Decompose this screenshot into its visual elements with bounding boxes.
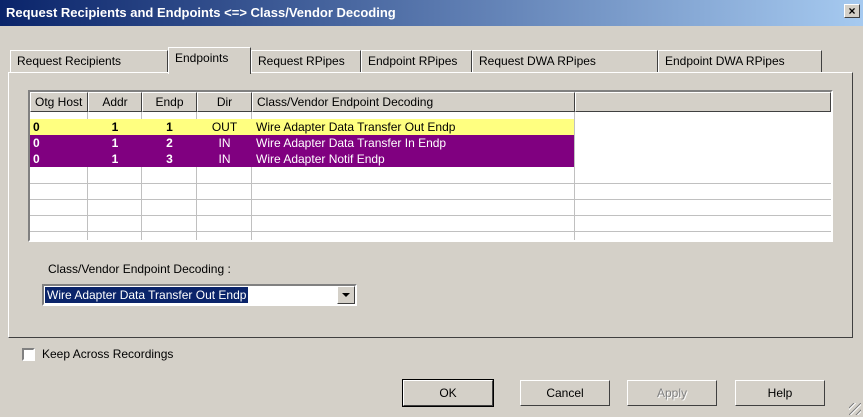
tab-request-recipients[interactable]: Request Recipients [10,50,168,72]
table-row[interactable]: 0 1 3 IN Wire Adapter Notif Endp [30,151,831,167]
tab-label: Request RPipes [258,54,345,68]
tab-label: Request DWA RPipes [479,54,596,68]
cell-otg-host: 0 [33,120,40,134]
column-header-decoding[interactable]: Class/Vendor Endpoint Decoding [252,92,575,112]
cell-endp: 2 [166,136,173,150]
cell-endp: 3 [166,152,173,166]
keep-across-checkbox[interactable] [22,348,35,361]
grid-line [30,231,831,232]
column-header-otg-host[interactable]: Otg Host [30,92,88,112]
grid-line [30,215,831,216]
cell-otg-host: 0 [33,136,40,150]
tab-label: Endpoint DWA RPipes [665,54,785,68]
table-row[interactable]: 0 1 2 IN Wire Adapter Data Transfer In E… [30,135,831,151]
cell-decoding: Wire Adapter Data Transfer Out Endp [256,120,456,134]
tab-label: Endpoint RPipes [368,54,458,68]
column-header-endp[interactable]: Endp [142,92,197,112]
dialog-window: Request Recipients and Endpoints <=> Cla… [0,0,863,417]
ok-button[interactable]: OK [402,379,494,407]
help-button[interactable]: Help [735,380,825,406]
tab-endpoint-rpipes[interactable]: Endpoint RPipes [361,50,472,72]
cell-addr: 1 [111,120,119,134]
cell-otg-host: 0 [33,152,40,166]
cell-decoding: Wire Adapter Notif Endp [256,152,385,166]
cell-dir: OUT [211,120,238,134]
title-bar[interactable]: Request Recipients and Endpoints <=> Cla… [0,0,863,26]
cell-decoding: Wire Adapter Data Transfer In Endp [256,136,447,150]
cell-dir: IN [218,136,231,150]
cell-endp: 1 [166,120,173,134]
table-row[interactable]: 0 1 1 OUT Wire Adapter Data Transfer Out… [30,119,831,135]
tab-label: Request Recipients [17,54,122,68]
grid-line [30,199,831,200]
chevron-down-icon [342,293,350,297]
keep-across-label[interactable]: Keep Across Recordings [42,347,173,361]
cell-addr: 1 [111,136,119,150]
apply-button[interactable]: Apply [627,380,717,406]
cell-addr: 1 [111,152,119,166]
tab-request-dwa-rpipes[interactable]: Request DWA RPipes [472,50,658,72]
tab-endpoint-dwa-rpipes[interactable]: Endpoint DWA RPipes [658,50,822,72]
tab-label: Endpoints [175,51,229,65]
tab-request-rpipes[interactable]: Request RPipes [251,50,361,72]
close-button[interactable]: × [844,4,860,18]
column-header-addr[interactable]: Addr [88,92,142,112]
column-header-empty [575,92,831,112]
window-title: Request Recipients and Endpoints <=> Cla… [6,5,396,20]
cell-dir: IN [218,152,231,166]
grid-line [30,183,831,184]
decoding-label: Class/Vendor Endpoint Decoding : [48,262,231,276]
decoding-selected-value: Wire Adapter Data Transfer Out Endp [45,287,249,303]
column-header-dir[interactable]: Dir [197,92,252,112]
tab-endpoints[interactable]: Endpoints [168,47,251,74]
dropdown-button[interactable] [337,286,355,304]
cancel-button[interactable]: Cancel [520,380,610,406]
resize-grip[interactable] [849,403,861,415]
endpoints-table[interactable]: Otg Host Addr Endp Dir Class/Vendor Endp… [28,90,833,242]
decoding-select[interactable]: Wire Adapter Data Transfer Out Endp [42,284,357,306]
